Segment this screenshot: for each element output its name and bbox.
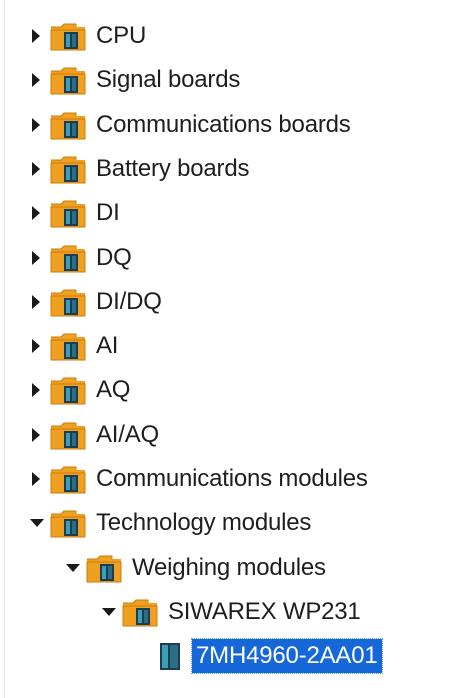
- expand-arrow-icon[interactable]: [30, 382, 42, 398]
- module-icon: [158, 641, 182, 671]
- tree-item-communications-modules[interactable]: Communications modules: [30, 457, 370, 501]
- expand-arrow-icon[interactable]: [30, 161, 42, 177]
- folder-module-icon: [50, 420, 86, 450]
- tree-item-signal-boards[interactable]: Signal boards: [30, 58, 242, 102]
- tree-item-siwarex-wp231[interactable]: SIWAREX WP231: [102, 590, 363, 634]
- folder-module-icon: [86, 553, 122, 583]
- tree-item-label: DQ: [96, 243, 132, 271]
- expand-arrow-icon[interactable]: [30, 250, 42, 266]
- tree-item-label: Technology modules: [96, 509, 312, 537]
- expand-arrow-icon[interactable]: [30, 117, 42, 133]
- folder-module-icon: [122, 597, 158, 627]
- tree-item-label: DI/DQ: [96, 287, 162, 315]
- folder-module-icon: [50, 198, 86, 228]
- folder-module-icon: [50, 21, 86, 51]
- tree-item-ai-aq[interactable]: AI/AQ: [30, 413, 161, 457]
- hardware-catalog-tree: CPU Signal boards Communications boards Bat…: [0, 0, 455, 698]
- collapse-arrow-icon[interactable]: [102, 604, 116, 620]
- expand-arrow-icon[interactable]: [30, 294, 42, 310]
- tree-item-label: AQ: [96, 376, 131, 404]
- tree-item-label: Signal boards: [96, 66, 241, 94]
- expand-arrow-icon[interactable]: [30, 205, 42, 221]
- tree-item-cpu[interactable]: CPU: [30, 14, 148, 58]
- folder-module-icon: [50, 331, 86, 361]
- folder-module-icon: [50, 65, 86, 95]
- tree-item-label: SIWAREX WP231: [168, 597, 361, 625]
- expand-arrow-icon[interactable]: [30, 427, 42, 443]
- tree-item-label: 7MH4960-2AA01: [191, 638, 383, 675]
- folder-module-icon: [50, 464, 86, 494]
- tree-item-di-dq[interactable]: DI/DQ: [30, 280, 164, 324]
- folder-module-icon: [50, 154, 86, 184]
- tree-item-label: Weighing modules: [132, 553, 326, 581]
- folder-module-icon: [50, 287, 86, 317]
- tree-item-aq[interactable]: AQ: [30, 368, 132, 412]
- tree-item-weighing-modules[interactable]: Weighing modules: [66, 546, 328, 590]
- folder-module-icon: [50, 375, 86, 405]
- tree-item-label: Communications boards: [96, 110, 351, 138]
- tree-item-ai[interactable]: AI: [30, 324, 120, 368]
- folder-module-icon: [50, 110, 86, 140]
- tree-item-7mh4960-2aa01[interactable]: 7MH4960-2AA01: [138, 634, 383, 678]
- tree-item-technology-modules[interactable]: Technology modules: [30, 501, 313, 545]
- folder-module-icon: [50, 243, 86, 273]
- tree-item-label: DI: [96, 199, 120, 227]
- expand-arrow-icon[interactable]: [30, 471, 42, 487]
- folder-module-icon: [50, 508, 86, 538]
- expand-arrow-icon[interactable]: [30, 28, 42, 44]
- tree-item-label: Communications modules: [96, 465, 368, 492]
- expand-arrow-icon[interactable]: [30, 338, 42, 354]
- tree-item-label: AI: [96, 332, 119, 360]
- tree-item-dq[interactable]: DQ: [30, 236, 134, 280]
- tree-item-label: AI/AQ: [96, 420, 160, 448]
- tree-item-communications-boards[interactable]: Communications boards: [30, 103, 353, 147]
- tree-item-di[interactable]: DI: [30, 191, 122, 235]
- collapse-arrow-icon[interactable]: [30, 515, 44, 531]
- tree-item-battery-boards[interactable]: Battery boards: [30, 147, 251, 191]
- tree-item-label: Battery boards: [96, 154, 250, 182]
- collapse-arrow-icon[interactable]: [66, 560, 80, 576]
- tree-item-label: CPU: [96, 22, 147, 49]
- expand-arrow-icon[interactable]: [30, 72, 42, 88]
